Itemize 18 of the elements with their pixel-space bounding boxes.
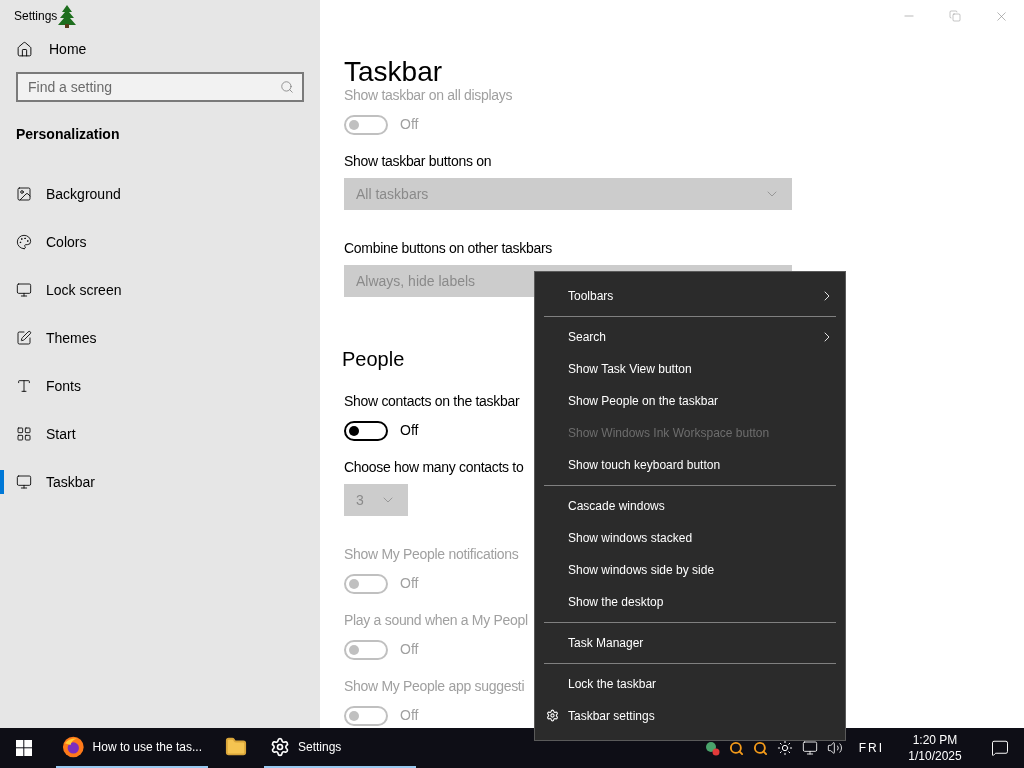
- toggle-state: Off: [400, 706, 419, 725]
- section-title: Personalization: [15, 125, 121, 144]
- toggle-state: Off: [400, 640, 419, 659]
- setting-label: Show contacts on the taskbar: [344, 392, 520, 411]
- toggle-state: Off: [400, 115, 419, 134]
- setting-label: Show My People notifications: [344, 545, 519, 564]
- setting-label: Show taskbar buttons on: [344, 152, 492, 171]
- setting-label: Play a sound when a My Peopl: [344, 611, 528, 630]
- setting-label: Show My People app suggesti: [344, 677, 525, 696]
- section-heading: People: [342, 347, 405, 372]
- setting-label: Choose how many contacts to: [344, 458, 524, 477]
- setting-label: Combine buttons on other taskbars: [344, 239, 552, 258]
- toggle-state: Off: [400, 421, 419, 440]
- day-label: FRI: [858, 740, 884, 757]
- page-title: Taskbar: [344, 55, 444, 89]
- window-title: Settings: [14, 8, 58, 25]
- setting-label: Show taskbar on all displays: [344, 86, 513, 105]
- toggle-state: Off: [400, 574, 419, 593]
